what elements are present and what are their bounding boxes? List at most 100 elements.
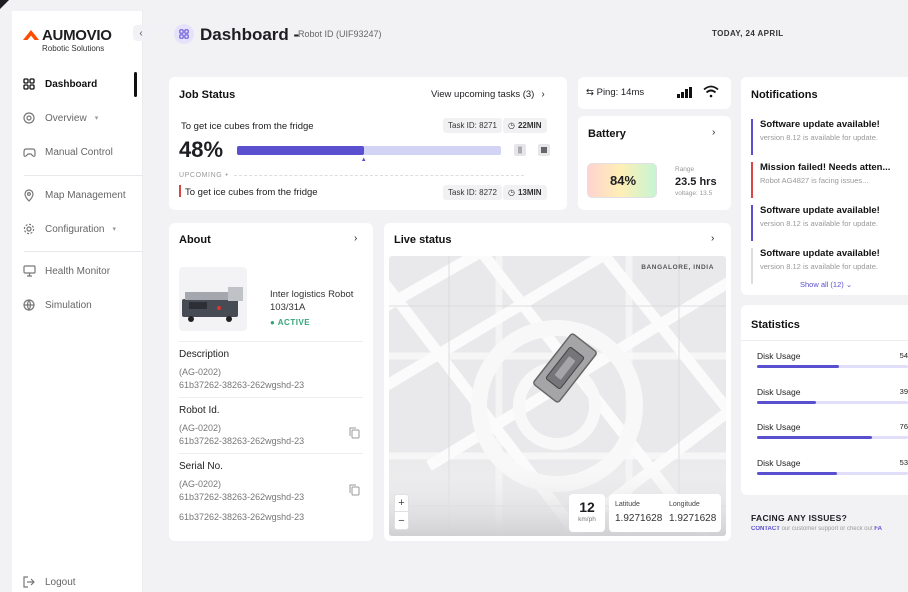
section-divider — [179, 453, 363, 454]
speed-readout: 12 km/ph — [569, 494, 605, 532]
battery-details-button[interactable]: › — [712, 127, 715, 138]
stat-track — [757, 401, 908, 404]
about-title: About — [179, 234, 211, 246]
ping-readout: ⇆ Ping: 14ms — [586, 87, 645, 98]
serial-no-label: Serial No. — [179, 461, 223, 472]
progress-percent: 48% — [179, 137, 224, 162]
stat-track — [757, 436, 908, 439]
stop-icon — [541, 147, 547, 153]
speed-value: 12 — [579, 499, 595, 515]
notification-title: Mission failed! Needs atten... — [760, 162, 891, 173]
speed-unit: km/ph — [578, 516, 596, 523]
pause-icon: || — [518, 146, 522, 154]
notification-item[interactable]: Software update available! version 8.12 … — [751, 205, 908, 241]
current-task-eta: ◷ 22MIN — [503, 118, 547, 133]
serial-no-value-2: 61b37262-38263-262wgshd-23 — [179, 492, 305, 502]
notification-desc: Robot AG4827 is facing issues... — [760, 176, 869, 185]
description-label: Description — [179, 349, 230, 360]
notification-title: Software update available! — [760, 205, 880, 216]
overview-icon — [22, 111, 36, 125]
stat-label: Disk Usage — [757, 387, 801, 397]
notification-title: Software update available! — [760, 119, 880, 130]
sidebar-item-health-monitor[interactable]: Health Monitor — [22, 260, 150, 282]
sidebar: AUMOVIO Robotic Solutions Dashboard Over… — [12, 11, 143, 592]
job-status-title: Job Status — [179, 89, 236, 101]
latitude-value: 1.9271628 — [615, 513, 663, 524]
faq-link[interactable]: FA — [874, 526, 882, 532]
next-task-name: To get ice cubes from the fridge — [185, 187, 318, 198]
logout-button[interactable]: Logout — [22, 571, 150, 592]
extra-id-value: 61b37262-38263-262wgshd-23 — [179, 512, 305, 522]
copy-robot-id-button[interactable] — [349, 427, 360, 439]
stat-row: Disk Usage 76 — [757, 422, 908, 439]
dashboard-icon — [174, 24, 194, 44]
live-status-details-button[interactable]: › — [711, 233, 714, 244]
logout-label: Logout — [45, 576, 76, 588]
notification-item[interactable]: Software update available! version 8.12 … — [751, 119, 908, 155]
show-all-notifications-link[interactable]: Show all (12) ⌄ — [800, 280, 852, 289]
battery-card: Battery › 84% Range 23.5 hrs voltage: 13… — [578, 116, 731, 210]
robot-id-value-1: (AG-0202) — [179, 423, 222, 433]
current-task-name: To get ice cubes from the fridge — [181, 121, 314, 132]
sidebar-item-dashboard[interactable]: Dashboard — [22, 73, 150, 95]
pause-button[interactable]: || — [514, 144, 526, 156]
progress-bar — [237, 146, 501, 155]
current-task-id: Task ID: 8271 — [443, 118, 502, 133]
stat-label: Disk Usage — [757, 458, 801, 468]
sidebar-item-manual-control[interactable]: Manual Control — [22, 141, 150, 163]
upcoming-link-label: View upcoming tasks (3) — [431, 89, 535, 100]
copy-serial-no-button[interactable] — [349, 484, 360, 496]
chevron-left-icon: ‹ — [139, 27, 143, 39]
about-card: About › Inter logistics Robot 103/31A ● … — [169, 223, 373, 541]
notification-title: Software update available! — [760, 248, 880, 259]
status-badge: ● ACTIVE — [270, 318, 311, 327]
robot-id-label: Robot Id. — [179, 405, 220, 416]
map-location-label: BANGALORE, INDIA — [641, 264, 714, 271]
sidebar-item-simulation[interactable]: Simulation — [22, 294, 150, 316]
notification-item[interactable]: Software update available! version 8.12 … — [751, 248, 908, 284]
range-value: 23.5 hrs — [675, 176, 717, 188]
sidebar-item-map-management[interactable]: Map Management — [22, 184, 150, 206]
chevron-right-icon: › — [541, 89, 545, 100]
issues-text: CONTACT our customer support or check ou… — [751, 526, 882, 532]
collapse-sidebar-button[interactable]: ‹ — [133, 25, 149, 41]
contact-link[interactable]: CONTACT — [751, 526, 780, 532]
robot-name: Inter logistics Robot 103/31A — [270, 289, 354, 313]
active-indicator — [134, 72, 137, 97]
live-map[interactable]: BANGALORE, INDIA + − 12 km/ph Latitude 1… — [389, 256, 726, 536]
notification-item-error[interactable]: Mission failed! Needs atten... Robot AG4… — [751, 162, 908, 198]
view-upcoming-tasks-link[interactable]: View upcoming tasks (3) › — [431, 89, 545, 100]
sidebar-item-label: Configuration — [45, 223, 105, 235]
simulation-icon — [22, 298, 36, 312]
upcoming-task-marker — [179, 185, 181, 197]
robot-id-value-2: 61b37262-38263-262wgshd-23 — [179, 436, 305, 446]
description-value-1: (AG-0202) — [179, 367, 222, 377]
stat-value: 76 — [899, 422, 908, 431]
zoom-controls: + − — [394, 494, 409, 530]
coordinates-readout: Latitude 1.9271628 Longitude 1.9271628 — [609, 494, 721, 532]
chevron-down-icon: ▾ — [112, 226, 116, 233]
live-status-card: Live status › BANGALORE, INDIA + − 12 km… — [384, 223, 731, 541]
wifi-icon — [703, 85, 719, 98]
battery-gauge: 84% — [587, 163, 657, 198]
status-dot-icon: ● — [270, 318, 276, 327]
notifications-title: Notifications — [751, 89, 818, 101]
about-details-button[interactable]: › — [354, 233, 357, 244]
upcoming-label: UPCOMING • — [179, 172, 525, 179]
zoom-in-button[interactable]: + — [395, 495, 408, 512]
stat-value: 54 — [899, 351, 908, 360]
battery-percent: 84% — [610, 173, 637, 188]
gamepad-icon — [22, 145, 36, 159]
sidebar-item-overview[interactable]: Overview ▾ — [22, 107, 150, 129]
notification-desc: version 8.12 is available for update. — [760, 133, 878, 142]
sidebar-item-label: Dashboard — [45, 78, 98, 90]
battery-title: Battery — [588, 128, 626, 140]
stat-fill — [757, 401, 816, 404]
monitor-icon — [22, 264, 36, 278]
zoom-out-button[interactable]: − — [395, 512, 408, 529]
stop-button[interactable] — [538, 144, 550, 156]
sidebar-item-label: Simulation — [45, 299, 92, 311]
sidebar-item-configuration[interactable]: Configuration ▾ — [22, 218, 150, 240]
chevron-down-icon: ⌄ — [845, 280, 853, 289]
map-pin-icon — [22, 188, 36, 202]
